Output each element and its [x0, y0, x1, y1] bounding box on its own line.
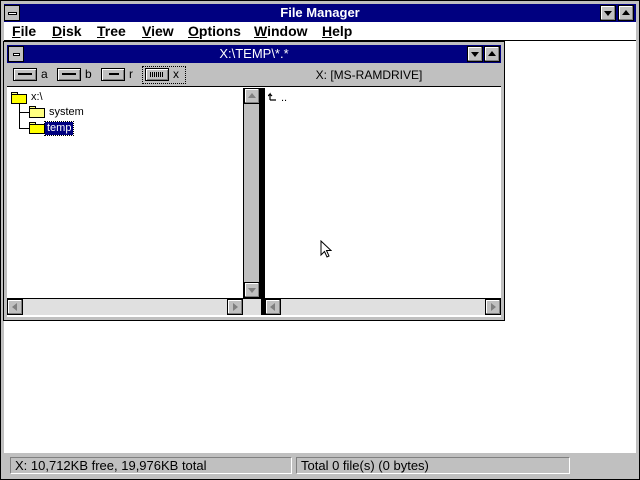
child-minimize-button[interactable]: [467, 46, 483, 62]
menu-view-accel: V: [142, 23, 152, 39]
menu-options[interactable]: Options: [188, 23, 241, 40]
menu-view[interactable]: View: [142, 23, 174, 40]
drive-a-letter: a: [41, 67, 48, 81]
ram-drive-icon: [145, 68, 169, 81]
directory-tree-pane[interactable]: x:\ system temp: [7, 88, 261, 315]
tree-connector-line: [19, 104, 20, 128]
child-system-menu-button[interactable]: [8, 46, 24, 62]
app-maximize-button[interactable]: [618, 5, 634, 21]
disk-space-status: X: 10,712KB free, 19,976KB total: [10, 457, 292, 474]
tree-item-system[interactable]: system: [49, 106, 84, 119]
file-count-status: Total 0 file(s) (0 bytes): [296, 457, 570, 474]
parent-directory-item[interactable]: ..: [281, 92, 287, 105]
menu-file-label: ile: [20, 23, 37, 39]
floppy-drive-icon: [13, 68, 37, 81]
menu-window[interactable]: Window: [254, 23, 308, 40]
scroll-left-button[interactable]: [265, 299, 281, 315]
drive-r[interactable]: r: [101, 67, 141, 83]
child-maximize-button[interactable]: [484, 46, 500, 62]
app-system-menu-button[interactable]: [4, 5, 20, 21]
scroll-down-button[interactable]: [244, 282, 260, 298]
floppy-drive-icon: [57, 68, 81, 81]
tree-connector-line: [19, 112, 29, 113]
menu-file-accel: F: [12, 23, 21, 39]
maximize-icon: [488, 51, 496, 56]
mouse-pointer-icon: [320, 239, 333, 259]
drive-b-letter: b: [85, 67, 92, 81]
tree-root-label[interactable]: x:\: [31, 91, 43, 104]
menu-file[interactable]: File: [12, 23, 36, 40]
open-folder-icon: [29, 122, 45, 134]
minimize-icon: [471, 52, 479, 57]
menu-options-accel: O: [188, 23, 199, 39]
minimize-icon: [604, 11, 612, 16]
menu-help-accel: H: [322, 23, 333, 39]
cdrom-drive-icon: [101, 68, 125, 81]
scroll-right-button[interactable]: [227, 299, 243, 315]
drive-r-letter: r: [129, 67, 133, 81]
up-arrow-icon: [267, 91, 280, 103]
menu-window-accel: W: [254, 23, 268, 39]
directory-window: X:\TEMP\*.* a b r x X: [MS-RAMDRIVE] x:\…: [3, 41, 505, 321]
app-minimize-button[interactable]: [600, 5, 616, 21]
menu-view-label: iew: [151, 23, 174, 39]
system-menu-icon: [8, 12, 17, 15]
menu-window-label: indow: [267, 23, 308, 39]
child-system-menu-icon: [13, 53, 20, 56]
menu-tree-accel: T: [97, 23, 105, 39]
scroll-right-button[interactable]: [485, 299, 501, 315]
file-list-pane[interactable]: ..: [265, 88, 501, 315]
menu-options-label: ptions: [198, 23, 241, 39]
menu-disk-accel: D: [52, 23, 63, 39]
tree-item-temp[interactable]: temp: [43, 121, 75, 136]
file-horizontal-scrollbar[interactable]: [265, 298, 501, 315]
drive-x-letter: x: [173, 67, 179, 81]
drive-x[interactable]: x: [142, 66, 186, 84]
maximize-icon: [622, 10, 630, 15]
directory-window-title: X:\TEMP\*.*: [219, 46, 289, 61]
open-folder-icon: [11, 92, 27, 104]
volume-label: X: [MS-RAMDRIVE]: [315, 68, 423, 82]
tree-connector-line: [19, 128, 29, 129]
menu-help[interactable]: Help: [322, 23, 352, 40]
drive-a[interactable]: a: [13, 67, 53, 83]
scroll-left-button[interactable]: [7, 299, 23, 315]
menu-tree-label: ree: [104, 23, 126, 39]
menu-disk-label: isk: [62, 23, 82, 39]
drive-bar: a b r x X: [MS-RAMDRIVE]: [7, 63, 501, 87]
menu-bar: File Disk Tree View Options Window Help: [4, 22, 636, 41]
status-bar: X: 10,712KB free, 19,976KB total Total 0…: [4, 452, 636, 476]
menu-help-label: elp: [332, 23, 353, 39]
app-title: File Manager: [280, 5, 360, 20]
scroll-up-button[interactable]: [244, 88, 260, 104]
menu-tree[interactable]: Tree: [97, 23, 126, 40]
menu-disk[interactable]: Disk: [52, 23, 82, 40]
tree-horizontal-scrollbar[interactable]: [7, 298, 261, 315]
folder-icon: [29, 106, 45, 118]
directory-window-title-bar[interactable]: X:\TEMP\*.*: [7, 45, 501, 63]
drive-b[interactable]: b: [57, 67, 97, 83]
app-title-bar[interactable]: File Manager: [4, 4, 636, 22]
tree-vertical-scrollbar[interactable]: [243, 88, 260, 298]
